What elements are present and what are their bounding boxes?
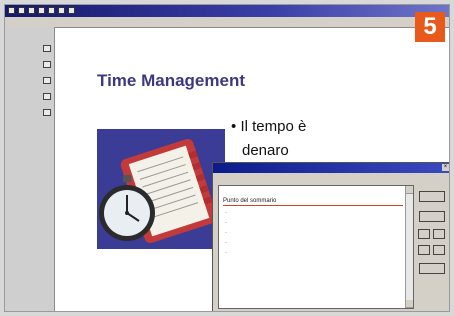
tool-icon xyxy=(43,45,51,52)
sidebar-tool-3[interactable] xyxy=(7,75,51,86)
clipart-image xyxy=(97,129,225,249)
list-item[interactable]: · xyxy=(225,230,227,236)
dialog-title-bar: × xyxy=(213,163,449,173)
tool-icon xyxy=(43,77,51,84)
dialog-small-button[interactable] xyxy=(433,229,445,239)
selection-underline xyxy=(223,205,403,206)
list-scrollbar[interactable] xyxy=(405,186,413,308)
close-icon[interactable]: × xyxy=(442,164,449,171)
titlebar-icons xyxy=(8,7,75,14)
bullet-text-line2: denaro xyxy=(242,142,289,159)
tool-icon xyxy=(43,109,51,116)
title-bar xyxy=(5,5,449,17)
dialog-small-button[interactable] xyxy=(433,245,445,255)
bullet-text-line1: Il tempo è xyxy=(240,118,307,135)
list-item[interactable]: · xyxy=(225,240,227,246)
slide-title: Time Management xyxy=(97,71,246,90)
dialog-small-button[interactable] xyxy=(418,229,430,239)
dialog-small-button[interactable] xyxy=(418,245,430,255)
menu-bar xyxy=(5,17,449,28)
list-item[interactable]: · xyxy=(225,210,227,216)
toolbar-icon[interactable] xyxy=(48,7,55,14)
sidebar-toolbar xyxy=(5,27,55,311)
toolbar-icon[interactable] xyxy=(58,7,65,14)
step-number-badge: 5 xyxy=(415,12,445,42)
app-window: 5 Time Management • Il tempo è denaro × … xyxy=(4,4,450,312)
toolbar-icon[interactable] xyxy=(18,7,25,14)
sidebar-tool-2[interactable] xyxy=(7,59,51,70)
list-item-selected[interactable]: Punto del sommario xyxy=(223,198,276,204)
list-item[interactable]: · xyxy=(225,220,227,226)
sidebar-tool-1[interactable] xyxy=(7,43,51,54)
dialog-window: × Punto del sommario · · · · · xyxy=(212,162,449,311)
dialog-button-2[interactable] xyxy=(419,211,445,222)
sidebar-tool-4[interactable] xyxy=(7,91,51,102)
outline-list: Punto del sommario · · · · · xyxy=(218,185,414,309)
toolbar-icon[interactable] xyxy=(28,7,35,14)
list-item[interactable]: · xyxy=(225,250,227,256)
tool-icon xyxy=(43,61,51,68)
dialog-button-1[interactable] xyxy=(419,191,445,202)
tool-icon xyxy=(43,93,51,100)
slide-bullet: • Il tempo è denaro xyxy=(231,115,306,163)
dialog-button-3[interactable] xyxy=(419,263,445,274)
sidebar-tool-5[interactable] xyxy=(7,107,51,118)
toolbar-icon[interactable] xyxy=(68,7,75,14)
bullet-marker: • xyxy=(231,118,237,135)
scroll-down-icon[interactable] xyxy=(406,300,413,308)
scroll-up-icon[interactable] xyxy=(406,186,413,194)
toolbar-icon[interactable] xyxy=(38,7,45,14)
app-icon[interactable] xyxy=(8,7,15,14)
